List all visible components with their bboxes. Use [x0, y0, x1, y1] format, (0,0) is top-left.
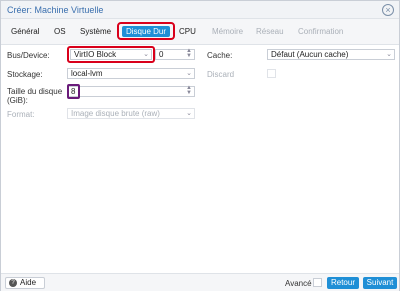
storage-label: Stockage:: [7, 70, 43, 79]
tab-memory: Mémoire: [212, 27, 244, 36]
bus-select[interactable]: VirtIO Block ⌄: [70, 49, 152, 60]
disk-size-input[interactable]: 8 ▲ ▼: [67, 85, 195, 97]
title-bar: Créer: Machine Virtuelle ×: [1, 1, 399, 19]
chevron-down-icon[interactable]: ⌄: [186, 69, 192, 78]
close-icon[interactable]: ×: [382, 4, 394, 16]
advanced-checkbox[interactable]: [313, 278, 322, 287]
discard-checkbox: [267, 69, 276, 78]
chevron-down-icon[interactable]: ⌄: [386, 50, 392, 59]
device-number-value: 0: [159, 50, 164, 59]
cache-select[interactable]: Défaut (Aucun cache) ⌄: [267, 49, 395, 60]
spinner-icon[interactable]: ▲ ▼: [186, 48, 192, 59]
question-icon: ?: [9, 279, 17, 287]
tab-os[interactable]: OS: [54, 27, 66, 36]
disk-size-highlight: [67, 84, 80, 99]
help-button-label: Aide: [20, 278, 37, 287]
chevron-down-icon: ⌄: [186, 110, 192, 117]
bus-device-label: Bus/Device:: [7, 51, 50, 60]
discard-label: Discard: [207, 70, 235, 79]
tab-cpu[interactable]: CPU: [179, 27, 196, 36]
tab-system[interactable]: Système: [80, 27, 111, 36]
advanced-label: Avancé: [285, 279, 312, 288]
format-select-value: Image disque brute (raw): [71, 109, 160, 118]
spinner-icon[interactable]: ▲ ▼: [186, 85, 192, 96]
tab-hard-disk[interactable]: Disque Dur: [122, 26, 170, 37]
disk-size-label-line1: Taille du disque: [7, 87, 63, 96]
cache-label: Cache:: [207, 51, 233, 60]
window-title: Créer: Machine Virtuelle: [7, 5, 104, 15]
dialog-footer: ? Aide Avancé Retour Suivant: [1, 273, 399, 291]
disk-size-label-line2: (GiB):: [7, 96, 28, 105]
back-button[interactable]: Retour: [327, 277, 359, 289]
device-number-input[interactable]: 0 ▲ ▼: [155, 48, 195, 60]
tab-bar: Général OS Système Disque Dur CPU Mémoir…: [1, 19, 399, 45]
format-label: Format:: [7, 110, 35, 119]
storage-select[interactable]: local-lvm ⌄: [67, 68, 195, 79]
tab-network: Réseau: [256, 27, 284, 36]
create-vm-dialog: Créer: Machine Virtuelle × Général OS Sy…: [0, 0, 400, 291]
tab-confirmation: Confirmation: [298, 27, 344, 36]
tab-hard-disk-highlight: Disque Dur: [117, 22, 175, 40]
chevron-down-icon[interactable]: ⌄: [143, 50, 149, 59]
storage-select-value: local-lvm: [71, 69, 103, 78]
help-button[interactable]: ? Aide: [5, 277, 45, 289]
next-button[interactable]: Suivant: [363, 277, 397, 289]
bus-select-value: VirtIO Block: [74, 50, 117, 59]
format-select: Image disque brute (raw) ⌄: [67, 108, 195, 119]
tab-general[interactable]: Général: [11, 27, 39, 36]
cache-select-value: Défaut (Aucun cache): [271, 50, 349, 59]
